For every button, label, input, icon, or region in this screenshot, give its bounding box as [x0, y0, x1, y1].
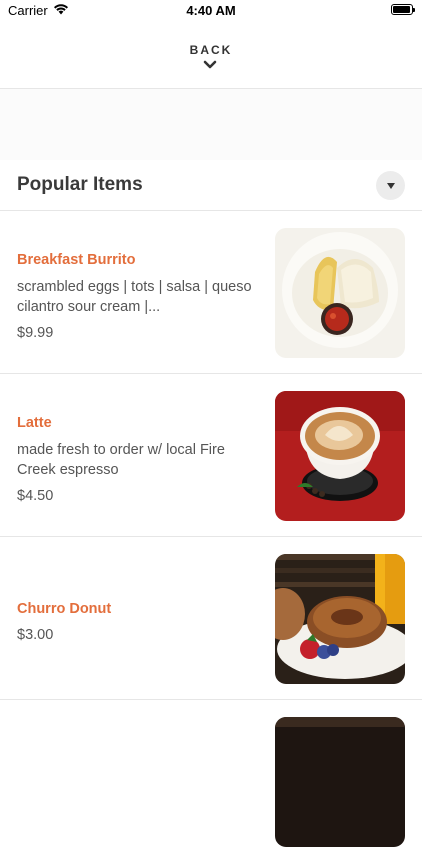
chevron-down-icon[interactable] [203, 60, 217, 70]
item-price: $4.50 [17, 488, 54, 504]
item-image [275, 391, 405, 521]
back-button[interactable]: BACK [0, 43, 422, 57]
caret-down-icon [386, 182, 395, 189]
back-header[interactable]: BACK [0, 22, 422, 89]
item-description: scrambled eggs | tots | salsa | queso ci… [17, 279, 252, 315]
section-dropdown-button[interactable] [376, 171, 405, 200]
item-image [275, 554, 405, 684]
banner-spacer [0, 89, 422, 160]
item-price: $3.00 [17, 627, 54, 643]
item-price: $9.99 [17, 325, 54, 341]
section-title: Popular Items [17, 174, 143, 195]
item-name: Churro Donut [17, 601, 112, 617]
item-name: Latte [17, 415, 52, 431]
item-description: made fresh to order w/ local Fire Creek … [17, 442, 225, 478]
section-header: Popular Items [0, 160, 422, 211]
item-image [275, 717, 405, 847]
status-bar: Carrier 4:40 AM [0, 0, 422, 22]
menu-item-breakfast-burrito[interactable]: Breakfast Burrito scrambled eggs | tots … [0, 211, 422, 374]
item-name: Breakfast Burrito [17, 252, 136, 268]
item-image [275, 228, 405, 358]
menu-item-latte[interactable]: Latte made fresh to order w/ local Fire … [0, 374, 422, 537]
status-time: 4:40 AM [186, 3, 236, 18]
battery-icon [391, 4, 415, 15]
menu-item-churro-donut[interactable]: Churro Donut $3.00 [0, 537, 422, 700]
menu-item-partial[interactable] [0, 700, 422, 863]
